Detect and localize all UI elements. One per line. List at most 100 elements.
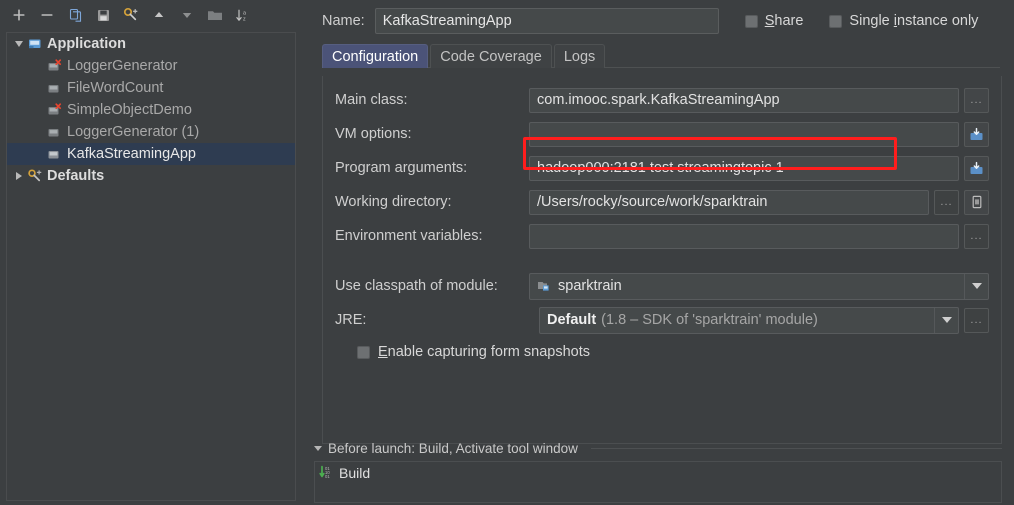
run-configurations-dialog: a z Application LoggerGenerator FileWord… [0,0,1014,505]
single-instance-checkbox[interactable] [829,14,843,28]
sort-alphabetical-icon[interactable]: a z [230,3,256,27]
working-directory-input[interactable]: /Users/rocky/source/work/sparktrain [529,189,929,215]
jre-label: JRE: [335,312,367,328]
before-launch-task-list[interactable]: 01 10 01 Build [314,461,1002,503]
enable-snapshots-label: Enable capturing form snapshots [378,344,590,360]
vm-options-expand-button[interactable] [964,121,989,147]
arrow-up-icon[interactable] [146,3,172,27]
before-launch-header[interactable]: Before launch: Build, Activate tool wind… [314,439,1002,457]
macro-icon [972,195,981,209]
share-checkbox-row[interactable]: Share [744,13,804,29]
vm-options-row: VM options: [333,120,989,148]
program-arguments-row: Program arguments: hadoop000:2181 test s… [333,154,989,182]
collapse-twisty-icon[interactable] [11,168,27,184]
save-icon[interactable] [90,3,116,27]
remove-button[interactable] [34,3,60,27]
collapse-icon[interactable] [314,445,322,451]
tree-node-simpleobjectdemo[interactable]: SimpleObjectDemo [7,99,295,121]
main-class-label: Main class: [335,92,408,108]
jre-dropdown[interactable]: Default (1.8 – SDK of 'sparktrain' modul… [539,306,959,334]
program-arguments-input[interactable]: hadoop000:2181 test streamingtopic 1 [529,155,959,181]
copy-icon[interactable] [62,3,88,27]
expand-twisty-icon[interactable] [11,36,27,52]
program-arguments-value: hadoop000:2181 test streamingtopic 1 [537,160,784,176]
configuration-form: Main class: com.imooc.spark.KafkaStreami… [322,76,1002,444]
header-separator-line [590,447,1002,449]
single-instance-label: Single instance only [849,13,978,29]
tab-configuration[interactable]: Configuration [322,44,429,68]
chevron-down-icon[interactable] [964,273,988,299]
share-checkbox[interactable] [744,14,758,28]
working-directory-value: /Users/rocky/source/work/sparktrain [537,194,768,210]
run-config-icon [47,58,63,74]
add-button[interactable] [6,3,32,27]
compile-build-icon: 01 10 01 [319,465,335,480]
working-directory-macro-button[interactable] [964,189,989,215]
configurations-tree[interactable]: Application LoggerGenerator FileWordCoun… [6,32,296,501]
share-mnemonic: S [764,13,775,29]
vm-options-input[interactable] [529,121,959,147]
main-class-browse-button[interactable]: ... [964,87,989,113]
folder-icon[interactable] [202,3,228,27]
single-label-prefix: Single [849,13,894,29]
run-config-icon [47,146,63,162]
jre-browse-button[interactable]: ... [964,307,989,333]
name-bar: Name: KafkaStreamingApp Share Single ins… [308,0,1014,42]
enable-snapshots-checkbox[interactable] [357,345,370,359]
tab-logs[interactable]: Logs [553,44,606,68]
name-input-value: KafkaStreamingApp [382,13,512,29]
environment-variables-browse-button[interactable]: ... [964,223,989,249]
expand-editor-icon [970,127,983,140]
enable-snapshots-label-rest: nable capturing form snapshots [387,344,590,360]
run-config-icon [47,102,63,118]
use-classpath-row: Use classpath of module: sparktrain [333,272,989,300]
before-launch-task-build[interactable]: 01 10 01 Build [315,462,1001,483]
program-arguments-expand-button[interactable] [964,155,989,181]
environment-variables-row: Environment variables: ... [333,222,989,250]
tree-node-loggergenerator-1[interactable]: LoggerGenerator (1) [7,121,295,143]
configurations-sidebar: a z Application LoggerGenerator FileWord… [0,0,300,505]
configuration-panel: Name: KafkaStreamingApp Share Single ins… [300,0,1014,505]
chevron-down-icon[interactable] [934,307,958,333]
before-launch-title: Before launch: Build, Activate tool wind… [328,440,578,456]
environment-variables-label: Environment variables: [335,228,483,244]
tree-node-label: Application [47,36,126,52]
working-directory-browse-button[interactable]: ... [934,189,959,215]
jre-value-detail: (1.8 – SDK of 'sparktrain' module) [601,312,818,328]
environment-variables-input[interactable] [529,223,959,249]
tree-node-label: FileWordCount [67,80,164,96]
working-directory-row: Working directory: /Users/rocky/source/w… [333,188,989,216]
arrow-down-icon[interactable] [174,3,200,27]
tree-node-label: LoggerGenerator (1) [67,124,200,140]
vm-options-label: VM options: [335,126,412,142]
tree-node-application[interactable]: Application [7,33,295,55]
svg-text:01: 01 [325,474,330,479]
share-label: Share [765,13,804,29]
tree-node-loggergenerator[interactable]: LoggerGenerator [7,55,295,77]
sidebar-toolbar: a z [0,0,300,30]
program-arguments-label: Program arguments: [335,160,468,176]
module-icon [537,279,552,294]
main-class-input[interactable]: com.imooc.spark.KafkaStreamingApp [529,87,959,113]
wrench-icon[interactable] [118,3,144,27]
svg-text:z: z [243,16,246,22]
use-classpath-value: sparktrain [558,278,622,294]
before-launch-task-label: Build [339,464,371,481]
name-input[interactable]: KafkaStreamingApp [374,8,719,34]
tree-node-filewordcount[interactable]: FileWordCount [7,77,295,99]
tree-node-kafkastreamingapp[interactable]: KafkaStreamingApp [7,143,295,165]
use-classpath-label: Use classpath of module: [335,278,498,294]
tab-bar: Configuration Code Coverage Logs [308,42,1014,68]
tree-node-defaults[interactable]: Defaults [7,165,295,187]
tree-node-label: LoggerGenerator [67,58,178,74]
single-instance-checkbox-row[interactable]: Single instance only [829,13,978,29]
main-class-value: com.imooc.spark.KafkaStreamingApp [537,92,780,108]
main-class-row: Main class: com.imooc.spark.KafkaStreami… [333,86,989,114]
use-classpath-dropdown[interactable]: sparktrain [529,272,989,300]
share-label-rest: hare [774,13,804,29]
single-label-suffix: nstance only [897,13,979,29]
tab-code-coverage[interactable]: Code Coverage [430,44,552,68]
enable-snapshots-row[interactable]: Enable capturing form snapshots [357,344,989,360]
run-config-icon [47,80,63,96]
application-module-icon [27,36,43,52]
